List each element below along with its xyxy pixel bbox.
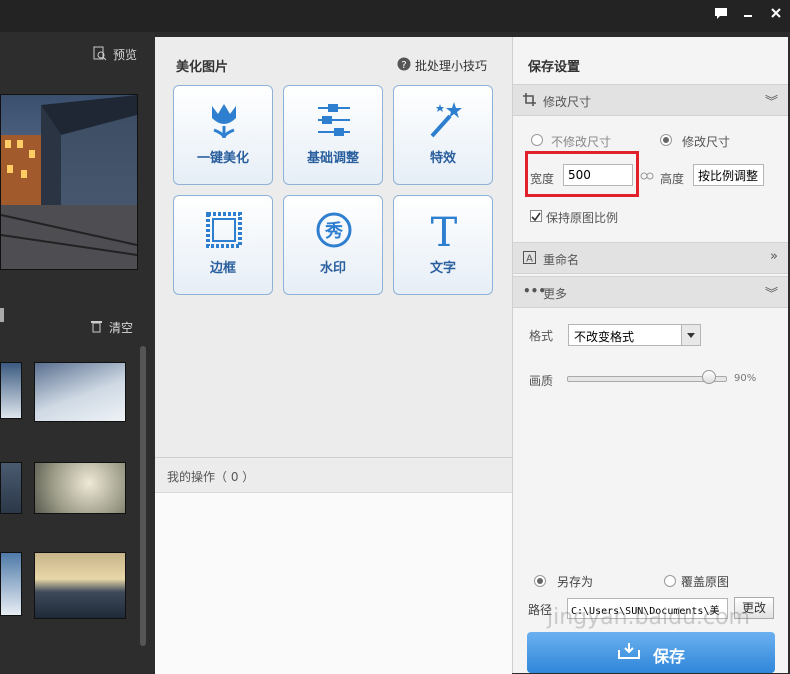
overwrite-radio[interactable] xyxy=(664,575,676,587)
tool-label: 基础调整 xyxy=(306,151,359,166)
rename-icon: A xyxy=(523,251,536,264)
thumbnail[interactable] xyxy=(34,362,126,422)
trash-icon xyxy=(91,321,102,333)
preview-label: 预览 xyxy=(113,48,138,62)
quality-value: 90% xyxy=(734,373,757,384)
watermark-glyph: 秀 xyxy=(324,221,343,242)
resize-section-header[interactable]: 修改尺寸 ︾ xyxy=(513,84,788,116)
text-glyph: T xyxy=(431,210,458,250)
no-resize-radio[interactable] xyxy=(531,134,543,146)
expand-chevron-icon: » xyxy=(770,249,778,264)
width-label: 宽度 xyxy=(530,172,555,186)
operations-header: 我的操作（ 0 ） xyxy=(155,458,512,493)
collapse-chevron-icon: ︾ xyxy=(764,287,778,302)
svg-text:?: ? xyxy=(401,60,406,71)
width-input[interactable] xyxy=(563,164,633,186)
batch-tips-label: 批处理小技巧 xyxy=(415,59,488,73)
title-bar xyxy=(0,0,790,32)
thumbnail[interactable] xyxy=(0,462,22,514)
frame-icon xyxy=(206,212,242,248)
tool-label: 水印 xyxy=(319,261,346,276)
tool-label: 特效 xyxy=(429,151,456,166)
height-input[interactable] xyxy=(693,164,764,186)
magic-wand-icon xyxy=(430,102,462,138)
one-click-beautify-button[interactable]: 一键美化 xyxy=(173,85,273,185)
tool-label: 文字 xyxy=(429,261,456,276)
resize-radio[interactable] xyxy=(660,134,672,146)
left-image-pane: 预览 清空 xyxy=(0,32,155,673)
more-dots-icon: ••• xyxy=(523,284,547,298)
chevron-down-icon[interactable] xyxy=(681,325,700,345)
chat-icon[interactable] xyxy=(711,6,731,24)
no-resize-label: 不修改尺寸 xyxy=(551,135,612,149)
format-label: 格式 xyxy=(529,329,554,343)
tool-label: 边框 xyxy=(209,261,236,276)
thumbnail[interactable] xyxy=(0,552,22,616)
watermark-text: jingyan.baidu.com xyxy=(546,605,750,630)
keep-ratio-label: 保持原图比例 xyxy=(546,211,619,225)
save-settings-title: 保存设置 xyxy=(528,60,581,75)
border-button[interactable]: 边框 xyxy=(173,195,273,295)
sliders-icon xyxy=(318,104,350,136)
rename-header-label: 重命名 xyxy=(543,253,580,267)
save-as-label: 另存为 xyxy=(557,575,594,589)
tool-label: 一键美化 xyxy=(196,151,249,166)
help-icon: ? xyxy=(397,57,411,71)
section-title: 美化图片 xyxy=(176,60,229,75)
text-button[interactable]: T 文字 xyxy=(393,195,493,295)
effects-button[interactable]: 特效 xyxy=(393,85,493,185)
basic-adjust-button[interactable]: 基础调整 xyxy=(283,85,383,185)
minimize-icon[interactable] xyxy=(738,6,758,24)
resize-header-label: 修改尺寸 xyxy=(543,95,592,109)
rename-section-header[interactable]: A 重命名 » xyxy=(513,242,788,274)
thumbnail[interactable] xyxy=(34,552,126,619)
preview-icon xyxy=(93,46,107,61)
format-select[interactable]: 不改变格式 xyxy=(568,324,701,346)
preview-image xyxy=(0,94,138,270)
thumbnail-scrollbar[interactable] xyxy=(140,346,146,646)
thumbnail[interactable] xyxy=(0,362,22,419)
save-label: 保存 xyxy=(653,647,686,666)
overwrite-label: 覆盖原图 xyxy=(681,575,730,589)
beautify-panel: 美化图片 ? 批处理小技巧 一键美化 基础调整 特效 边框 秀 水印 T 文字 … xyxy=(155,37,512,674)
text-icon: T xyxy=(431,210,458,250)
splitter-handle[interactable] xyxy=(0,308,4,322)
tulip-icon xyxy=(212,104,236,139)
operations-area: 我的操作（ 0 ） xyxy=(155,457,512,674)
operations-label: 我的操作（ 0 ） xyxy=(167,470,255,484)
close-icon[interactable] xyxy=(766,6,786,24)
save-as-radio[interactable] xyxy=(534,575,546,587)
watermark-button[interactable]: 秀 水印 xyxy=(283,195,383,295)
clear-label: 清空 xyxy=(109,321,134,335)
height-label: 高度 xyxy=(660,172,685,186)
more-header-label: 更多 xyxy=(543,287,568,301)
watermark-icon: 秀 xyxy=(316,212,352,248)
save-button[interactable]: 保存 xyxy=(527,632,775,673)
checkmark-icon xyxy=(531,212,541,222)
crop-icon xyxy=(523,93,536,106)
link-icon[interactable] xyxy=(640,172,654,180)
more-section-header[interactable]: ••• 更多 ︾ xyxy=(513,276,788,308)
save-tray-icon xyxy=(618,643,640,659)
keep-ratio-checkbox[interactable] xyxy=(530,210,542,222)
svg-text:A: A xyxy=(526,254,533,265)
quality-label: 画质 xyxy=(529,374,554,388)
save-settings-panel: 保存设置 修改尺寸 ︾ 不修改尺寸 修改尺寸 宽度 高度 保持原图比例 A 重命… xyxy=(512,37,788,673)
thumbnail[interactable] xyxy=(34,462,126,514)
format-selected-value: 不改变格式 xyxy=(574,330,635,344)
resize-label: 修改尺寸 xyxy=(682,135,731,149)
collapse-chevron-icon: ︾ xyxy=(764,95,778,110)
